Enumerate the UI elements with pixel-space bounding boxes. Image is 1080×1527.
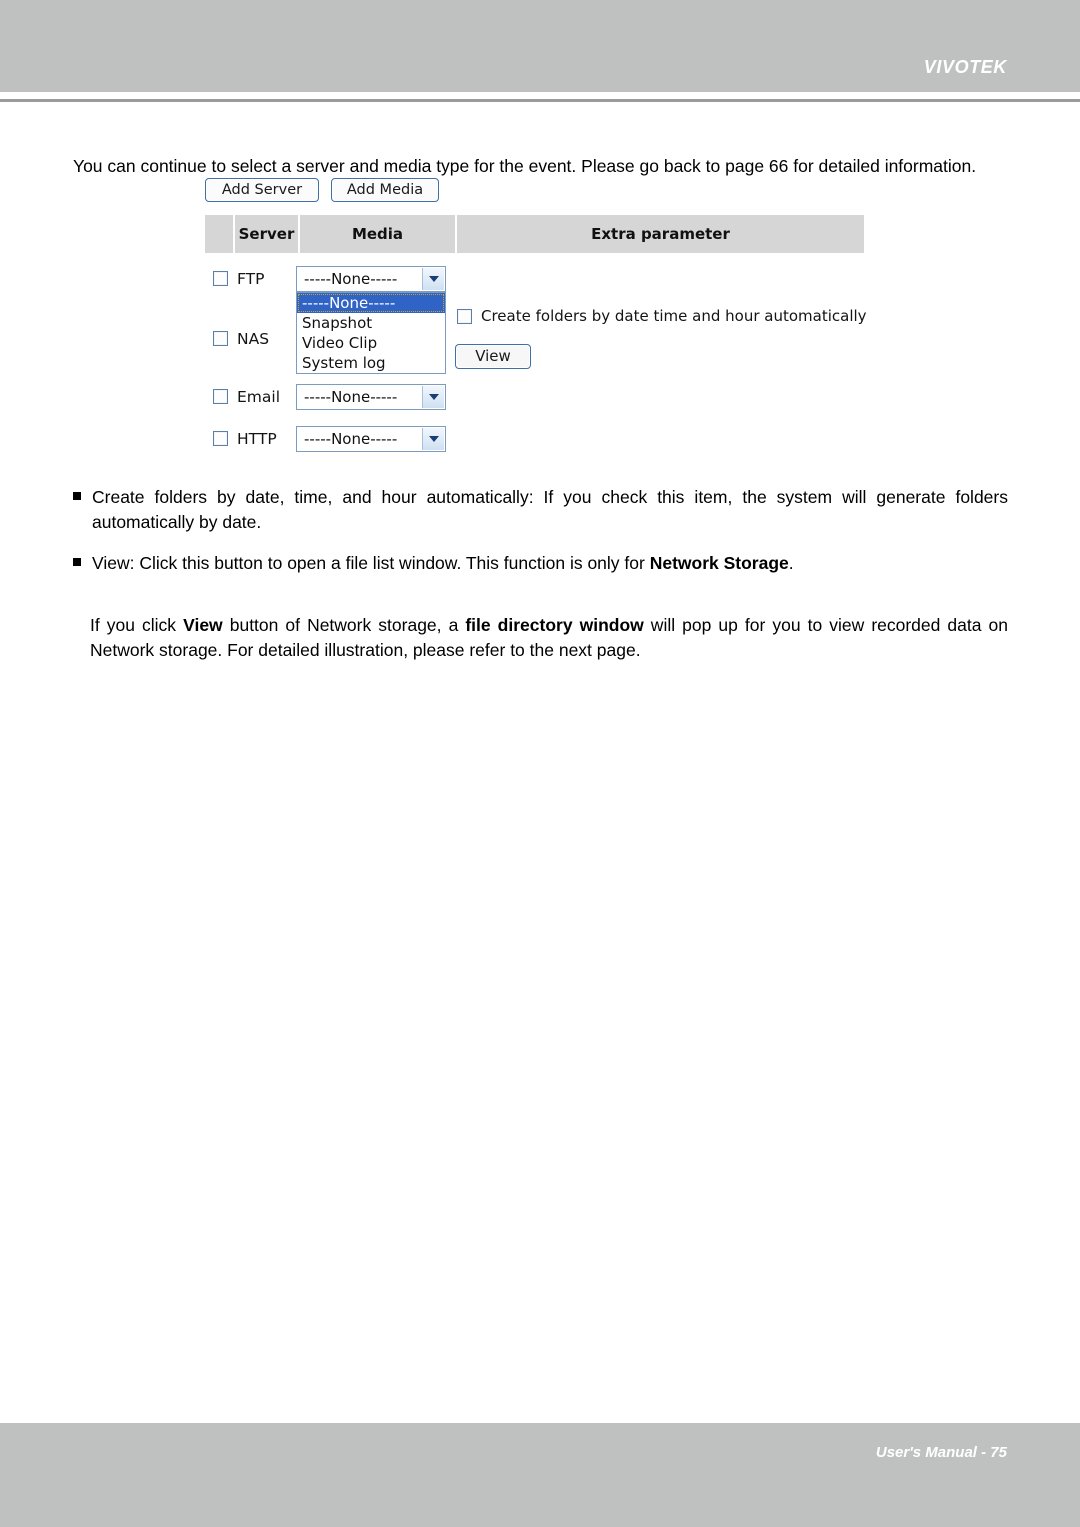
http-media-select-value: -----None----- (304, 430, 398, 448)
widget-button-row: Add Server Add Media (205, 178, 885, 204)
email-media-select-value: -----None----- (304, 388, 398, 406)
checkbox-inner (215, 391, 226, 402)
create-folders-checkbox[interactable] (457, 309, 472, 324)
http-row-label: HTTP (237, 430, 277, 448)
email-checkbox[interactable] (213, 389, 228, 404)
final-bold-view: View (183, 614, 223, 635)
media-dropdown-options[interactable]: -----None----- Snapshot Video Clip Syste… (296, 292, 446, 374)
bullet-rest: Click this button to open a file list wi… (134, 553, 650, 573)
bullet-view: View: Click this button to open a file l… (73, 551, 1008, 576)
final-part-1: If you click (90, 614, 184, 635)
final-paragraph: If you click View button of Network stor… (90, 613, 1008, 663)
brand-logo: VIVOTEK (923, 57, 1007, 77)
ftp-media-select-value: -----None----- (304, 270, 398, 288)
http-media-select[interactable]: -----None----- (296, 426, 446, 452)
checkbox-inner (459, 311, 470, 322)
table-header-row: Server Media Extra parameter (205, 215, 864, 253)
page-header (0, 0, 1080, 92)
checkbox-inner (215, 433, 226, 444)
ftp-media-select[interactable]: -----None----- (296, 266, 446, 292)
email-media-select[interactable]: -----None----- (296, 384, 446, 410)
footer-page-label: User's Manual - 75 (875, 1444, 1007, 1461)
intro-paragraph: You can continue to select a server and … (73, 155, 977, 176)
final-bold-window: file directory window (465, 614, 644, 635)
table-header-blank (205, 215, 233, 253)
bullet-tail-end: . (788, 553, 794, 573)
page-footer: User's Manual - 75 (0, 1423, 1080, 1527)
dropdown-option-snapshot[interactable]: Snapshot (297, 313, 445, 333)
bullet-text: Create folders by date, time, and hour a… (92, 485, 1008, 535)
checkbox-inner (215, 333, 226, 344)
table-header-extra-parameter: Extra parameter (457, 215, 864, 253)
dropdown-option-video-clip[interactable]: Video Clip (297, 333, 445, 353)
add-media-button[interactable]: Add Media (331, 178, 439, 202)
nas-checkbox[interactable] (213, 331, 228, 346)
chevron-down-icon[interactable] (422, 428, 444, 450)
nas-row-label: NAS (237, 330, 270, 348)
dropdown-option-system-log[interactable]: System log (297, 353, 445, 373)
add-server-button[interactable]: Add Server (205, 178, 319, 202)
bullet-text: View: Click this button to open a file l… (92, 551, 1008, 576)
final-part-2: button of Network storage, a (222, 614, 466, 635)
event-server-media-widget: Add Server Add Media Server Media Extra … (205, 178, 885, 452)
chevron-down-icon[interactable] (422, 268, 444, 290)
table-header-media: Media (300, 215, 455, 253)
bullet-create-folders: Create folders by date, time, and hour a… (73, 485, 1008, 535)
ftp-row-label: FTP (237, 270, 265, 288)
dropdown-option-none[interactable]: -----None----- (297, 293, 445, 313)
chevron-down-icon[interactable] (422, 386, 444, 408)
bullet-bold-tail: Network Storage (649, 553, 789, 573)
create-folders-checkbox-label: Create folders by date time and hour aut… (481, 307, 867, 325)
bullet-lead: Create folders by date, time, and hour a… (92, 487, 534, 507)
bullet-square-icon (73, 558, 81, 566)
table-header-server: Server (235, 215, 298, 253)
view-button[interactable]: View (455, 344, 531, 369)
http-checkbox[interactable] (213, 431, 228, 446)
bullet-lead: View: (92, 553, 135, 573)
bullet-square-icon (73, 492, 81, 500)
header-divider (0, 99, 1080, 102)
email-row-label: Email (237, 388, 281, 406)
ftp-checkbox[interactable] (213, 271, 228, 286)
checkbox-inner (215, 273, 226, 284)
